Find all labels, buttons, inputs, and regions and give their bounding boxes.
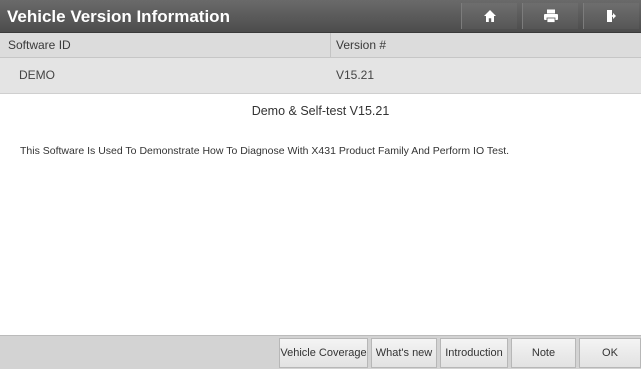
table-header: Software ID Version #: [0, 33, 641, 58]
version-cell: V15.21: [336, 68, 375, 82]
column-header-version: Version #: [336, 38, 387, 52]
app-window: Vehicle Version Information Software ID …: [0, 0, 641, 369]
print-button[interactable]: [522, 3, 578, 29]
exit-button[interactable]: [583, 3, 639, 29]
home-button[interactable]: [461, 3, 517, 29]
note-button[interactable]: Note: [511, 338, 576, 368]
vehicle-coverage-button[interactable]: Vehicle Coverage: [279, 338, 368, 368]
print-icon: [543, 9, 559, 23]
ok-button[interactable]: OK: [579, 338, 641, 368]
home-icon: [483, 9, 497, 23]
page-title: Vehicle Version Information: [7, 7, 230, 26]
detail-title: Demo & Self-test V15.21: [251, 104, 390, 118]
bottom-toolbar: Vehicle Coverage What's new Introduction…: [0, 335, 641, 369]
software-id-cell: DEMO: [19, 68, 55, 82]
title-bar: Vehicle Version Information: [0, 0, 641, 33]
exit-icon: [605, 9, 619, 23]
table-row[interactable]: DEMO V15.21: [0, 58, 641, 94]
whats-new-button[interactable]: What's new: [371, 338, 437, 368]
detail-description: This Software Is Used To Demonstrate How…: [20, 145, 510, 157]
introduction-button[interactable]: Introduction: [440, 338, 508, 368]
column-header-software-id: Software ID: [0, 33, 331, 57]
